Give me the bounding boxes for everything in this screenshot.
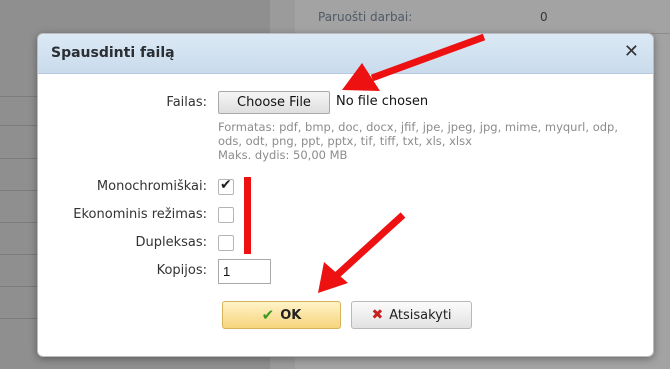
ok-button-label: OK — [280, 307, 302, 323]
economy-mode-checkbox[interactable] — [218, 207, 234, 223]
file-label: Failas: — [166, 95, 207, 110]
max-size-text: Maks. dydis: 50,00 MB — [218, 148, 348, 162]
monochrome-label: Monochromiškai: — [96, 179, 207, 194]
cancel-button-label: Atsisakyti — [389, 307, 452, 323]
print-file-dialog: Spausdinti failą ✕ Failas: Choose File N… — [37, 33, 654, 357]
dialog-title: Spausdinti failą — [51, 45, 175, 61]
cancel-button[interactable]: ✖ Atsisakyti — [351, 301, 472, 329]
copies-label: Kopijos: — [156, 263, 207, 278]
duplex-checkbox[interactable] — [218, 235, 234, 251]
no-file-text: No file chosen — [336, 94, 429, 109]
formats-text: Formatas: pdf, bmp, doc, docx, jfif, jpe… — [218, 120, 618, 148]
file-format-hint: Formatas: pdf, bmp, doc, docx, jfif, jpe… — [218, 120, 638, 162]
duplex-label: Dupleksas: — [135, 235, 207, 250]
dialog-header: Spausdinti failą ✕ — [38, 34, 653, 74]
monochrome-checkbox[interactable]: ✔ — [218, 177, 234, 195]
check-icon: ✔ — [261, 306, 275, 324]
economy-mode-label: Ekonominis režimas: — [73, 207, 207, 222]
copies-input[interactable] — [218, 259, 271, 284]
background-label: Paruošti darbai: — [318, 10, 413, 24]
background-value: 0 — [540, 10, 548, 24]
ok-button[interactable]: ✔ OK — [222, 301, 341, 329]
checkmark-icon: ✔ — [220, 177, 232, 193]
close-icon[interactable]: ✕ — [624, 43, 639, 61]
choose-file-button[interactable]: Choose File — [218, 91, 330, 114]
cross-icon: ✖ — [371, 307, 384, 323]
